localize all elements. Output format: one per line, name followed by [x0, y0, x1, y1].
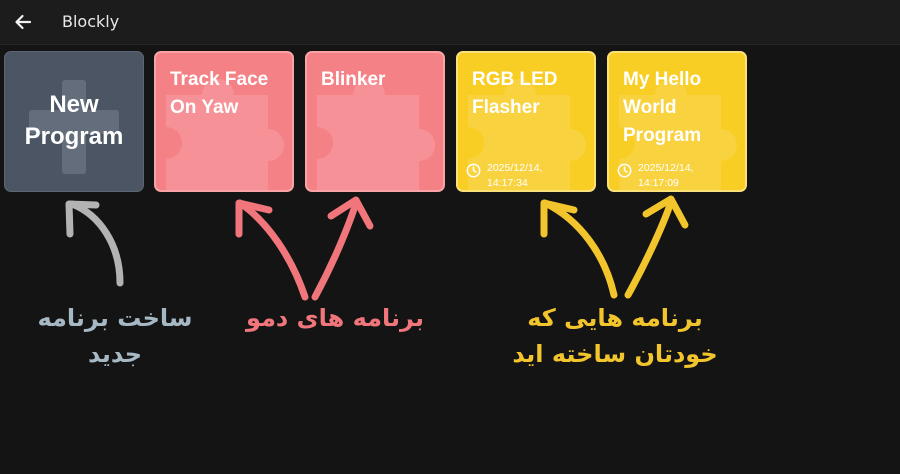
demo-card-label: Blinker	[321, 69, 386, 90]
modified-date: 2025/12/14, 14:17:09	[638, 162, 694, 189]
app-title: Blockly	[62, 12, 120, 31]
new-program-card[interactable]: New Program	[4, 51, 144, 192]
user-program-label: RGB LED Flasher	[472, 69, 558, 118]
caption-user-programs: برنامه هایی که خودتان ساخته اید	[495, 300, 735, 372]
arrow-new-program	[65, 200, 124, 287]
caption-line: ساخت برنامه	[37, 304, 193, 332]
new-program-label: New Program	[24, 91, 124, 150]
clock-icon	[466, 163, 481, 178]
modified-date: 2025/12/14, 14:17:34	[487, 162, 543, 189]
arrow-user-left	[540, 199, 618, 299]
caption-line: برنامه هایی که	[527, 304, 703, 332]
arrow-left-icon	[15, 14, 32, 30]
last-modified: 2025/12/14, 14:17:09	[617, 161, 694, 190]
caption-line: جدید	[87, 340, 143, 368]
demo-card-track-face[interactable]: Track Face On Yaw	[154, 51, 294, 192]
caption-demo-programs: برنامه های دمو	[225, 300, 445, 336]
arrow-demo-left	[235, 199, 309, 301]
arrow-user-right	[624, 195, 689, 299]
user-program-card-rgb-led[interactable]: RGB LED Flasher 2025/12/14, 14:17:34	[456, 51, 596, 192]
caption-line: برنامه های دمو	[246, 304, 424, 332]
user-program-card-hello-world[interactable]: My Hello World Program 2025/12/14, 14:17…	[607, 51, 747, 192]
user-program-label: My Hello World Program	[623, 69, 702, 146]
caption-new-program: ساخت برنامه جدید	[20, 300, 210, 372]
last-modified: 2025/12/14, 14:17:34	[466, 161, 543, 190]
arrow-demo-right	[311, 196, 374, 301]
demo-card-label: Track Face On Yaw	[170, 69, 269, 118]
app-bar: Blockly	[0, 0, 900, 45]
back-button[interactable]	[11, 10, 35, 34]
caption-line: خودتان ساخته اید	[512, 340, 718, 368]
demo-card-blinker[interactable]: Blinker	[305, 51, 445, 192]
clock-icon	[617, 163, 632, 178]
